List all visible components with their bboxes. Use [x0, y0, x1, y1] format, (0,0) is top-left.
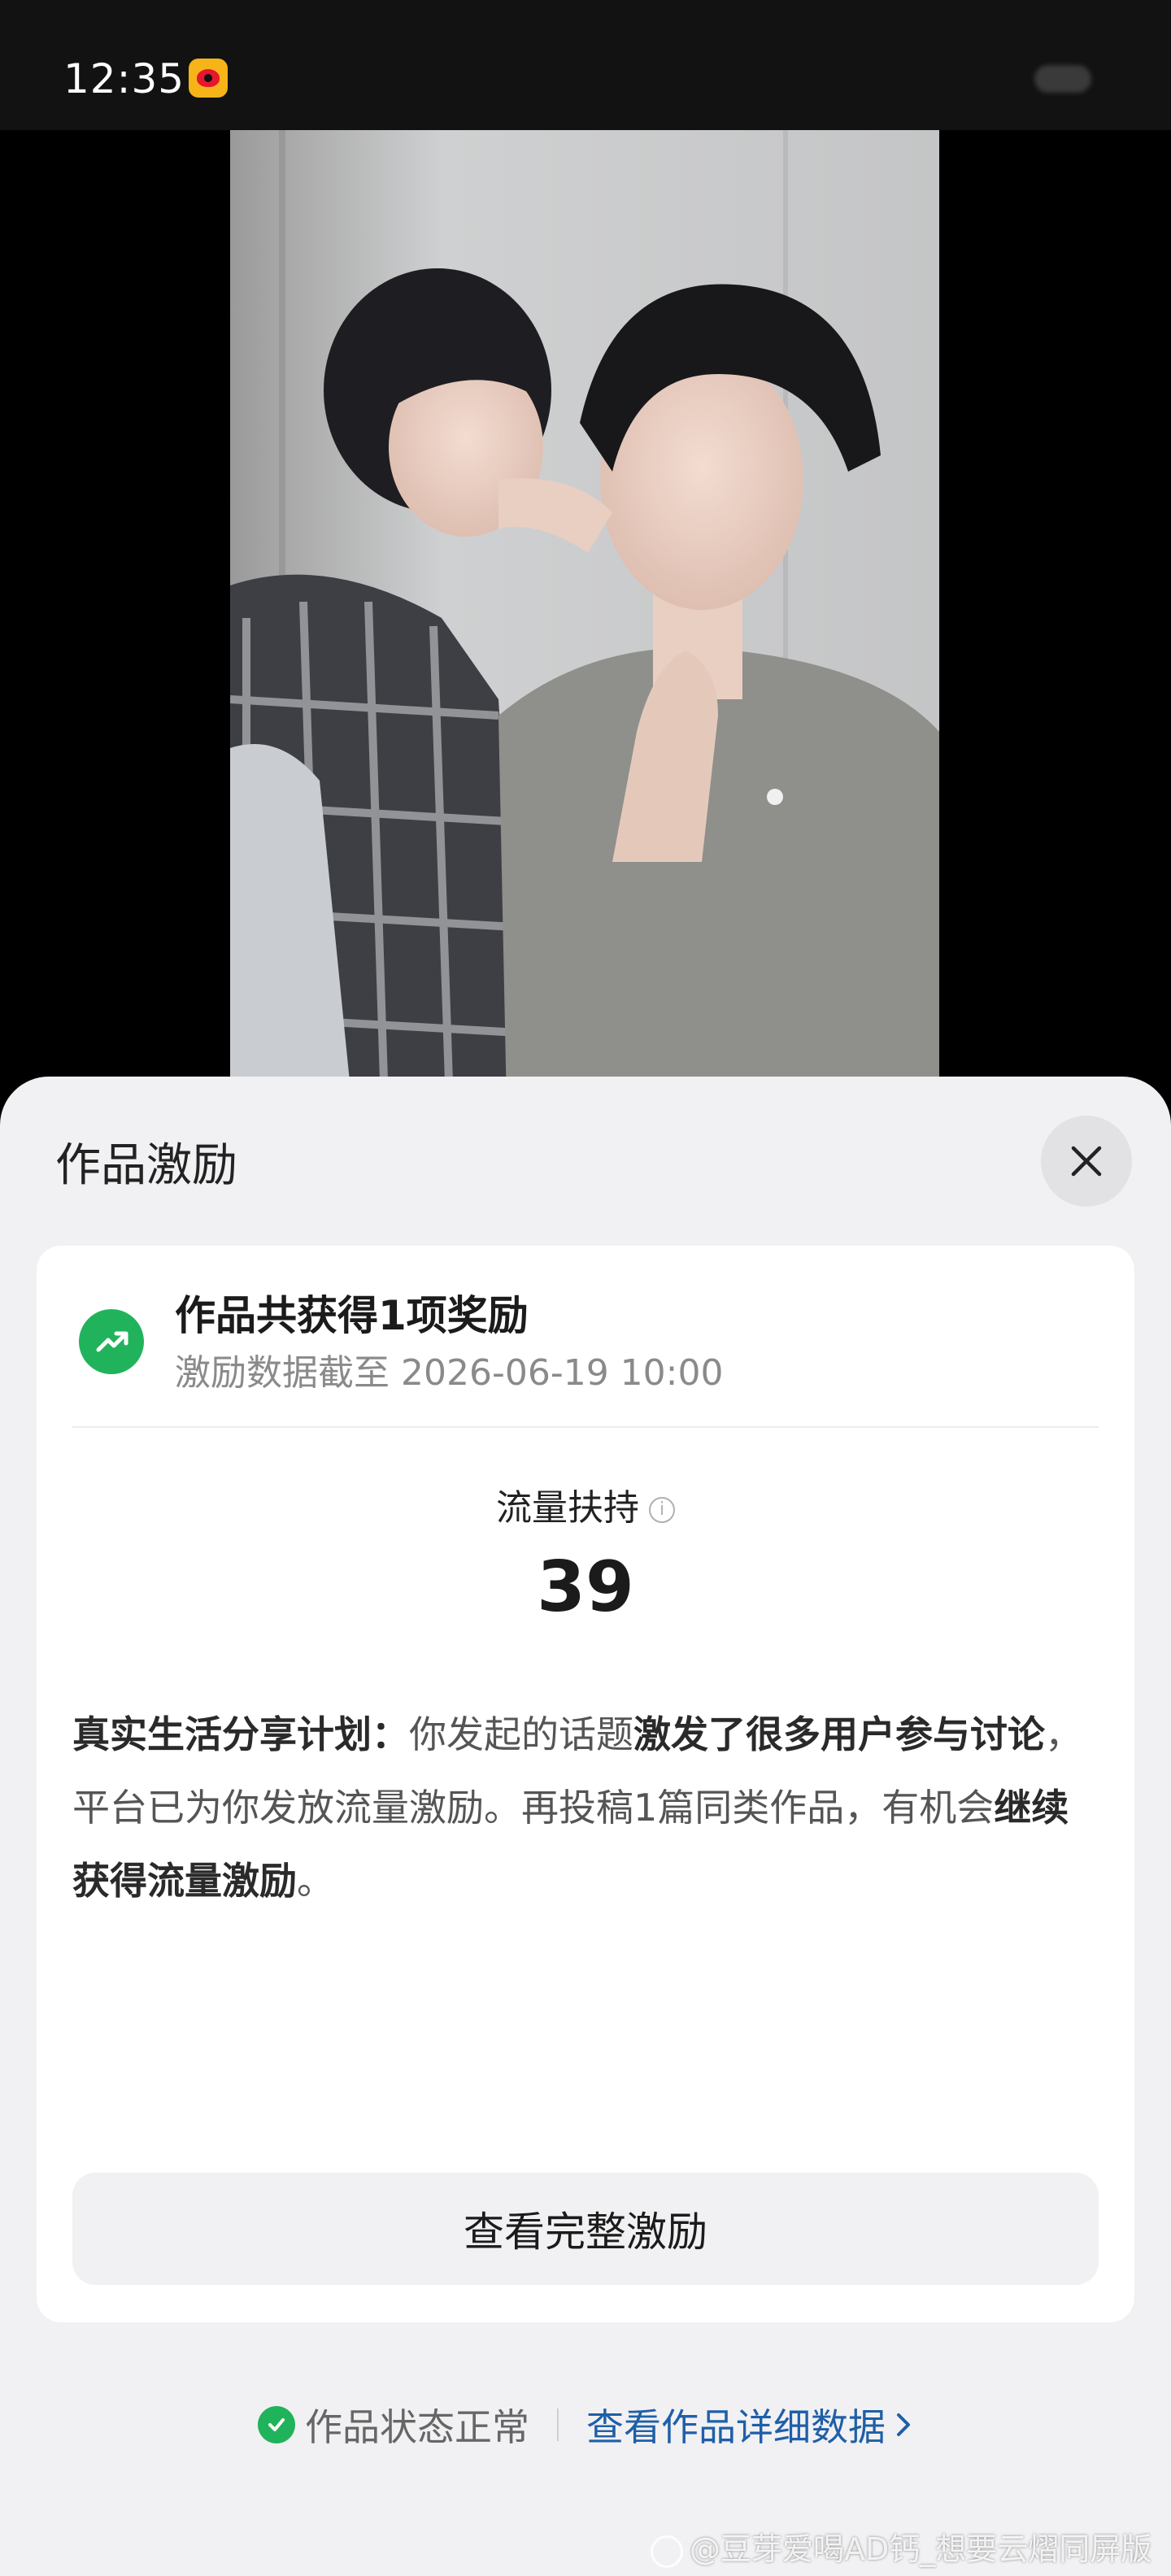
footer: 作品状态正常 查看作品详细数据: [0, 2392, 1171, 2457]
view-detail-data-link[interactable]: 查看作品详细数据: [586, 2398, 913, 2452]
weibo-icon: [189, 59, 228, 98]
close-icon: [1071, 1146, 1102, 1177]
view-full-reward-button[interactable]: 查看完整激励: [72, 2173, 1099, 2285]
chevron-right-icon: [897, 2413, 910, 2436]
check-circle-icon: [258, 2406, 295, 2443]
post-photo[interactable]: [230, 130, 939, 1106]
status-indicator-icon: [1034, 65, 1091, 93]
plan-text-part: 你发起的话题: [409, 1712, 633, 1756]
info-icon[interactable]: i: [649, 1497, 675, 1523]
sheet-title: 作品激励: [55, 1139, 237, 1192]
traffic-support-label: 流量扶持 i: [37, 1478, 1134, 1530]
close-button[interactable]: [1041, 1116, 1132, 1207]
detail-link-label: 查看作品详细数据: [586, 2405, 886, 2449]
status-time: 12:35: [63, 55, 185, 102]
reward-summary-title: 作品共获得1项奖励: [175, 1292, 529, 1339]
media-viewer: [0, 130, 1171, 1106]
divider: [72, 1426, 1099, 1428]
reward-card: 作品共获得1项奖励 激励数据截至 2026-06-19 10:00 流量扶持 i …: [37, 1246, 1134, 2322]
work-status-text: 作品状态正常: [305, 2405, 529, 2449]
footer-divider: [557, 2408, 559, 2441]
watermark: @豆芽爱喝AD钙_想要云熠同屏版: [651, 2524, 1151, 2569]
incentive-sheet: 作品激励 作品共获得1项奖励 激励数据截至 2026-06-19 10:00 流…: [0, 1077, 1171, 2576]
plan-text-part: 。: [297, 1859, 334, 1903]
status-bar: 12:35: [0, 0, 1171, 130]
watermark-text: @豆芽爱喝AD钙_想要云熠同屏版: [690, 2531, 1152, 2567]
plan-name: 真实生活分享计划：: [72, 1712, 409, 1756]
trending-up-icon: [79, 1309, 144, 1374]
metric-label-text: 流量扶持: [496, 1487, 639, 1529]
traffic-support-value: 39: [537, 1547, 634, 1628]
plan-highlight: 激发了很多用户参与讨论: [633, 1712, 1045, 1756]
reward-data-date: 激励数据截至 2026-06-19 10:00: [175, 1352, 724, 1394]
weibo-watermark-icon: [651, 2535, 683, 2568]
plan-description: 真实生活分享计划：你发起的话题激发了很多用户参与讨论，平台已为你发放流量激励。再…: [72, 1698, 1099, 1917]
